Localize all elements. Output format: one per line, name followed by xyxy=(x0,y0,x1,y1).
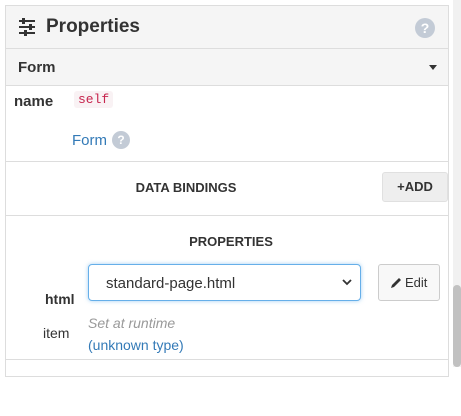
html-property-label: html xyxy=(45,291,75,307)
item-type-link[interactable]: (unknown type) xyxy=(88,337,184,353)
chevron-down-icon xyxy=(342,279,352,286)
html-template-value: standard-page.html xyxy=(106,275,236,292)
name-value[interactable]: self xyxy=(74,91,114,108)
html-template-select[interactable]: standard-page.html xyxy=(88,264,361,301)
data-bindings-heading: DATA BINDINGS xyxy=(135,180,237,195)
scrollbar-thumb[interactable] xyxy=(453,285,461,367)
edit-html-button[interactable]: Edit xyxy=(378,264,440,301)
name-section: name self Form ? xyxy=(6,86,448,162)
component-type-label: Form xyxy=(18,59,56,76)
divider xyxy=(5,359,449,360)
form-type-link[interactable]: Form xyxy=(72,132,107,149)
panel-title: Properties xyxy=(46,16,140,37)
properties-panel: Properties ? Form name self Form ? DATA … xyxy=(5,5,449,377)
question-circle-icon[interactable]: ? xyxy=(112,131,130,149)
add-binding-button[interactable]: +ADD xyxy=(382,172,448,202)
plus-icon: + xyxy=(397,179,405,194)
data-bindings-section: DATA BINDINGS +ADD xyxy=(6,162,448,216)
item-runtime-hint: Set at runtime xyxy=(88,315,176,331)
component-type-dropdown[interactable]: Form xyxy=(6,49,448,86)
sliders-icon xyxy=(19,18,35,36)
properties-section: PROPERTIES html xyxy=(6,216,448,416)
caret-down-icon xyxy=(429,65,437,70)
edit-button-label: Edit xyxy=(405,275,428,290)
question-circle-icon[interactable]: ? xyxy=(415,18,435,38)
pencil-icon xyxy=(391,278,401,288)
properties-heading: PROPERTIES xyxy=(189,234,273,249)
item-property-label: item xyxy=(43,325,70,341)
add-button-label: ADD xyxy=(404,179,433,194)
name-label: name xyxy=(14,93,54,110)
panel-header: Properties ? xyxy=(6,6,448,49)
